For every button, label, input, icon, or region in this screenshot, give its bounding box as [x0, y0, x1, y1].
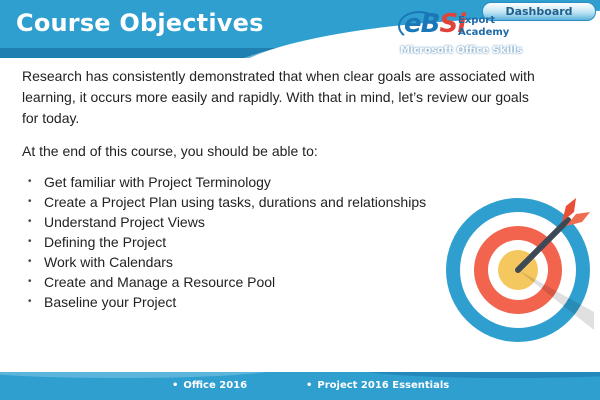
- logo-line-academy: Academy: [458, 27, 510, 38]
- logo-mark: eBSi: [404, 9, 466, 39]
- logo-subtitle: Microsoft Office Skills: [400, 45, 523, 56]
- bullet-icon: •: [28, 236, 32, 247]
- footer-bar: • Office 2016 • Project 2016 Essentials: [0, 372, 600, 400]
- bullet-icon: •: [28, 216, 32, 227]
- bullet-icon: •: [28, 196, 32, 207]
- ebsi-logo: eBSi Export Academy Microsoft Office Ski…: [396, 7, 526, 59]
- footer-wave: [0, 372, 280, 378]
- bullet-icon: •: [28, 256, 32, 267]
- footer-item-project: • Project 2016 Essentials: [306, 380, 450, 391]
- page-title: Course Objectives: [16, 9, 264, 37]
- logo-line-export: Export: [458, 15, 496, 26]
- bullet-icon: •: [28, 296, 32, 307]
- footer-item-office: • Office 2016: [172, 380, 248, 391]
- lead-sentence: At the end of this course, you should be…: [22, 143, 318, 159]
- bullet-icon: •: [28, 276, 32, 287]
- list-item: • Get familiar with Project Terminology: [28, 174, 271, 190]
- bullet-icon: •: [28, 176, 32, 187]
- intro-paragraph: Research has consistently demonstrated t…: [22, 68, 535, 126]
- footer-bullet-icon: •: [172, 380, 179, 391]
- bullseye-target-icon: [446, 198, 594, 342]
- footer-wave-dark: [360, 372, 600, 378]
- footer-bullet-icon: •: [306, 380, 313, 391]
